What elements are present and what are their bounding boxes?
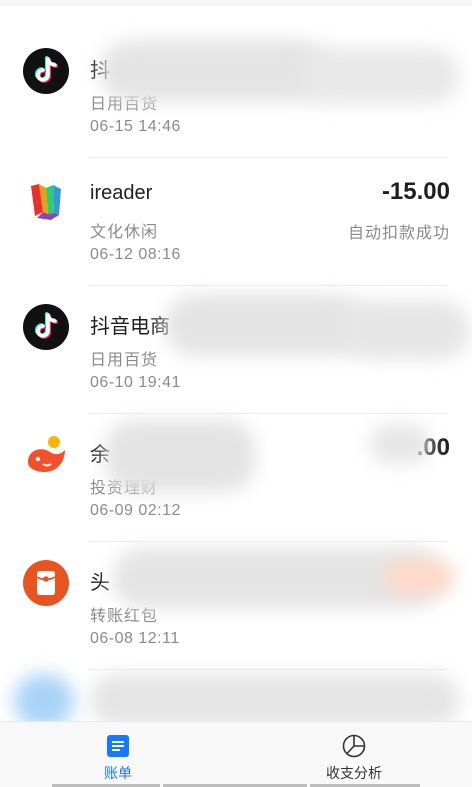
transaction-status: 自动扣款成功 bbox=[347, 225, 450, 242]
transaction-row[interactable]: ireader 文化休闲 06-12 08:16 -15.00 自动扣款成功 bbox=[0, 158, 472, 286]
yuebao-icon bbox=[23, 432, 69, 478]
transaction-title: 抖音电商 bbox=[90, 316, 170, 338]
redaction-blur bbox=[370, 424, 430, 464]
transaction-list: 抖 日用百货 06-15 14:46 ireader 文化休闲 06-12 08… bbox=[0, 30, 472, 750]
redaction-blur bbox=[340, 300, 470, 360]
tab-bill-label: 账单 bbox=[104, 765, 132, 781]
tiktok-icon bbox=[23, 48, 69, 94]
redaction-blur bbox=[165, 294, 365, 356]
tab-analysis-label: 收支分析 bbox=[326, 765, 382, 781]
avatar bbox=[14, 674, 74, 728]
status-strip bbox=[0, 0, 472, 6]
transaction-time: 06-09 02:12 bbox=[90, 502, 181, 519]
bill-icon bbox=[106, 734, 130, 758]
redaction-blur bbox=[100, 40, 330, 102]
redaction-blur bbox=[385, 560, 455, 594]
tiktok-icon bbox=[23, 304, 69, 350]
transaction-time: 06-10 19:41 bbox=[90, 374, 181, 391]
ireader-icon bbox=[23, 176, 69, 222]
transaction-title: 头 bbox=[90, 572, 110, 594]
red-envelope-icon bbox=[23, 560, 69, 606]
transaction-row[interactable]: 抖音电商 日用百货 06-10 19:41 bbox=[0, 286, 472, 414]
transaction-category: 日用百货 bbox=[90, 352, 159, 369]
transaction-title: ireader bbox=[90, 182, 153, 204]
transaction-time: 06-12 08:16 bbox=[90, 246, 181, 263]
transaction-row[interactable]: 余 投资理财 06-09 02:12 .00 bbox=[0, 414, 472, 542]
tab-bill[interactable]: 账单 bbox=[0, 722, 236, 787]
transaction-category: 文化休闲 bbox=[90, 224, 159, 241]
redaction-blur bbox=[90, 674, 460, 726]
bottom-tab-bar: 账单 收支分析 bbox=[0, 721, 472, 787]
pie-chart-icon bbox=[342, 734, 366, 758]
redaction-blur bbox=[105, 420, 255, 492]
transaction-amount: -15.00 bbox=[381, 178, 450, 205]
transaction-row[interactable]: 抖 日用百货 06-15 14:46 bbox=[0, 30, 472, 158]
redaction-blur bbox=[300, 48, 460, 104]
transaction-row[interactable]: 头 转账红包 06-08 12:11 bbox=[0, 542, 472, 670]
tab-analysis[interactable]: 收支分析 bbox=[236, 722, 472, 787]
transaction-time: 06-08 12:11 bbox=[90, 630, 180, 647]
transaction-time: 06-15 14:46 bbox=[90, 118, 181, 135]
